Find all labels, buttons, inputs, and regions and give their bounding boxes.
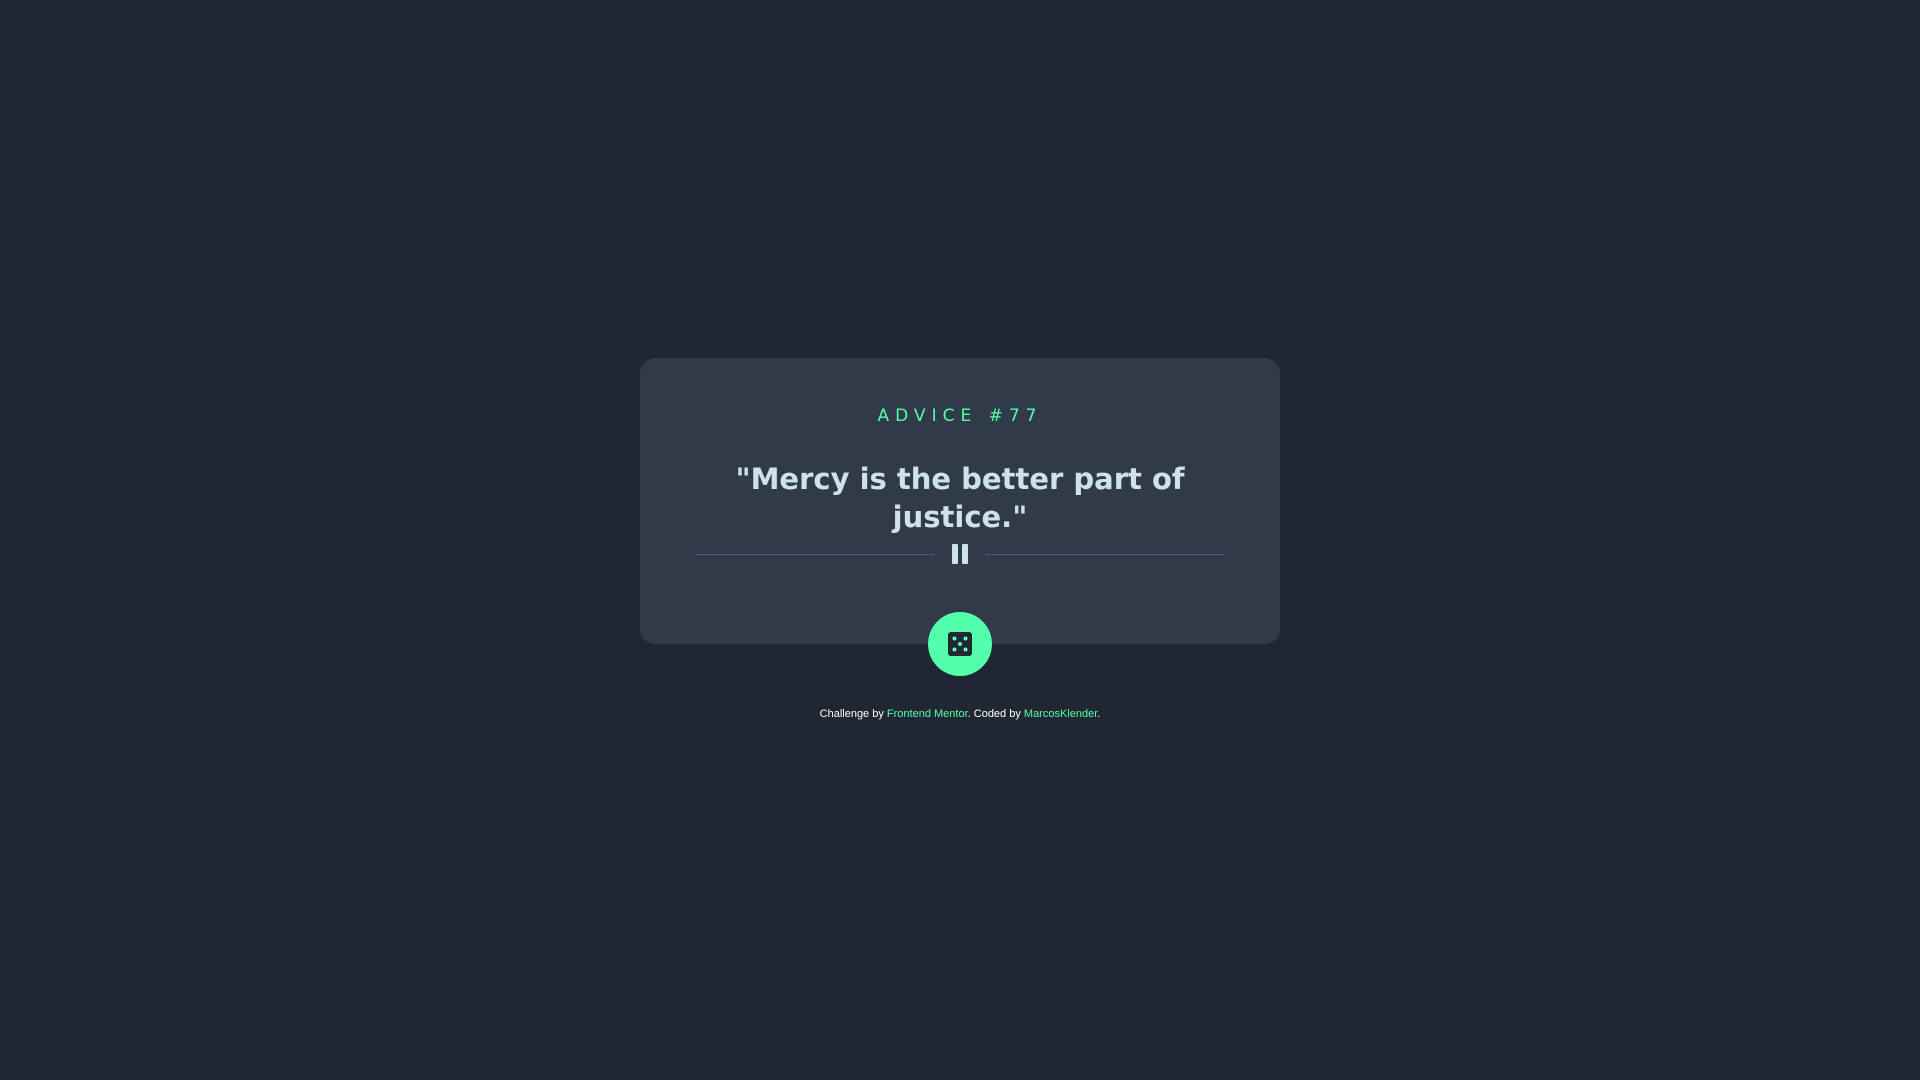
pause-icon xyxy=(952,544,968,564)
dice-icon xyxy=(948,632,972,656)
new-advice-button[interactable] xyxy=(928,612,992,676)
attribution: Challenge by Frontend Mentor. Coded by M… xyxy=(0,708,1920,720)
attribution-middle: . Coded by xyxy=(967,708,1024,720)
advice-quote: "Mercy is the better part of justice." xyxy=(735,462,1185,534)
page: Advice #77 "Mercy is the better part of … xyxy=(0,0,1920,1080)
advice-card: Advice #77 "Mercy is the better part of … xyxy=(640,358,1280,644)
advice-number: Advice #77 xyxy=(877,406,1043,426)
attribution-prefix: Challenge by xyxy=(819,708,887,720)
author-link[interactable]: MarcosKlender xyxy=(1024,708,1097,720)
divider-line-right xyxy=(985,554,1225,555)
divider-line-left xyxy=(695,554,935,555)
frontend-mentor-link[interactable]: Frontend Mentor xyxy=(887,708,968,720)
attribution-suffix: . xyxy=(1097,708,1101,720)
